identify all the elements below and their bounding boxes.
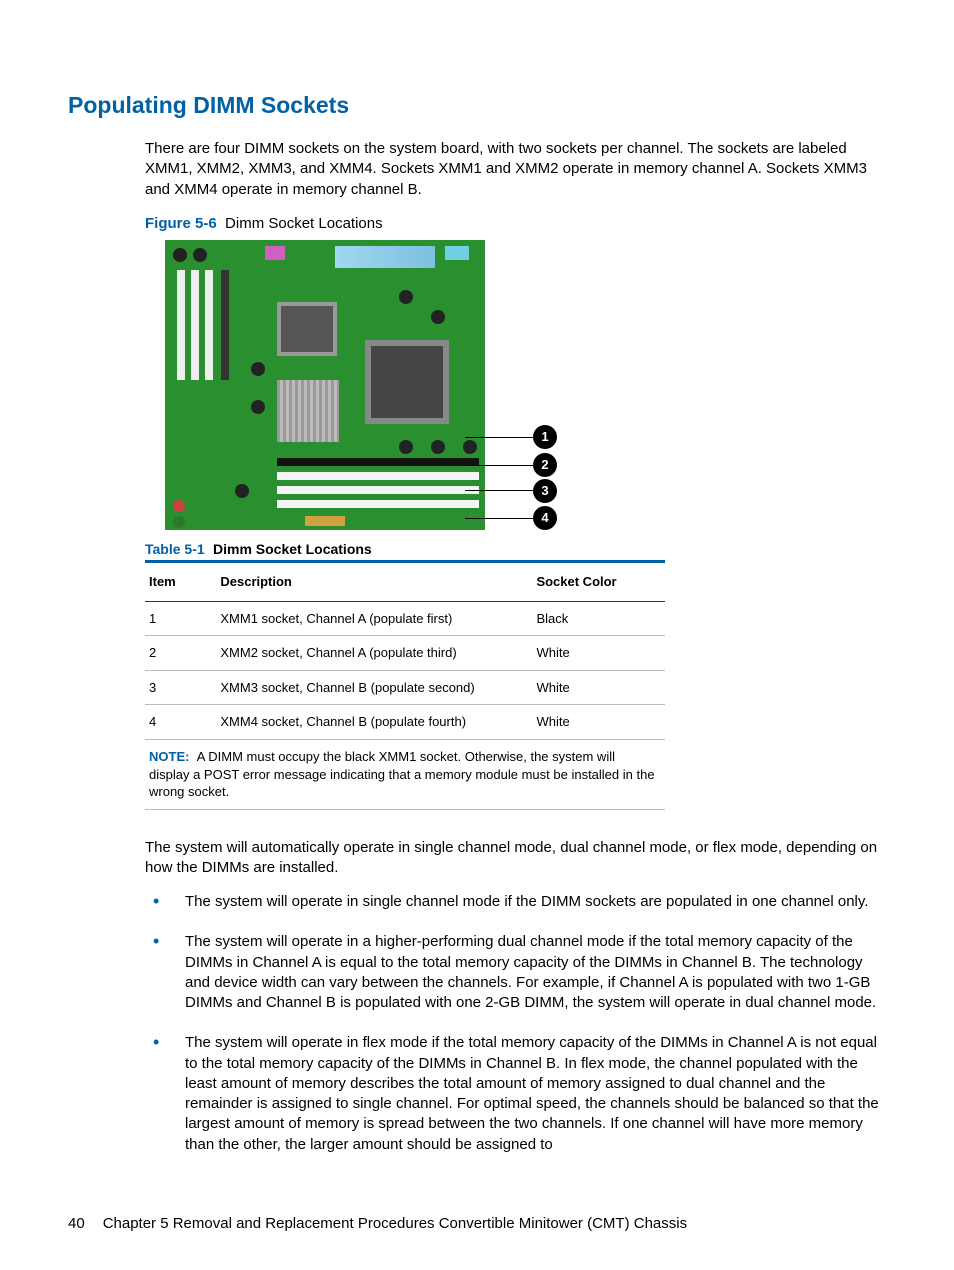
page-number: 40 [68,1214,85,1234]
cell-item: 2 [145,636,216,671]
cell-color: White [532,705,665,740]
cell-item: 3 [145,670,216,705]
note-label: NOTE: [149,749,189,764]
cell-color: Black [532,601,665,636]
figure-caption-text: Dimm Socket Locations [225,215,383,232]
cell-desc: XMM4 socket, Channel B (populate fourth) [216,705,532,740]
motherboard-figure: 1 2 3 4 [165,240,886,530]
cell-color: White [532,670,665,705]
motherboard-illustration [165,240,485,530]
bullet-list: The system will operate in single channe… [145,892,886,1155]
footer-chapter: Chapter 5 Removal and Replacement Proced… [103,1214,687,1234]
table-row: 2 XMM2 socket, Channel A (populate third… [145,636,665,671]
cell-desc: XMM3 socket, Channel B (populate second) [216,670,532,705]
list-item: The system will operate in a higher-perf… [145,932,886,1013]
figure-caption: Figure 5-6 Dimm Socket Locations [145,214,886,234]
th-socket-color: Socket Color [532,562,665,602]
callout-3: 3 [533,479,557,503]
table-row: 1 XMM1 socket, Channel A (populate first… [145,601,665,636]
cell-item: 1 [145,601,216,636]
cell-color: White [532,636,665,671]
callout-4: 4 [533,506,557,530]
table-caption-text: Dimm Socket Locations [213,541,372,557]
list-item: The system will operate in single channe… [145,892,886,912]
th-item: Item [145,562,216,602]
body-paragraph: The system will automatically operate in… [145,838,886,879]
list-item: The system will operate in flex mode if … [145,1033,886,1155]
table-row: 3 XMM3 socket, Channel B (populate secon… [145,670,665,705]
table-caption: Table 5-1 Dimm Socket Locations [145,540,886,560]
page-footer: 40 Chapter 5 Removal and Replacement Pro… [68,1214,687,1234]
intro-paragraph: There are four DIMM sockets on the syste… [145,139,886,200]
cell-desc: XMM1 socket, Channel A (populate first) [216,601,532,636]
figure-label: Figure 5-6 [145,215,217,232]
note-text: A DIMM must occupy the black XMM1 socket… [149,749,655,799]
th-description: Description [216,562,532,602]
table-row: 4 XMM4 socket, Channel B (populate fourt… [145,705,665,740]
cell-item: 4 [145,705,216,740]
cell-desc: XMM2 socket, Channel A (populate third) [216,636,532,671]
callout-2: 2 [533,453,557,477]
table-label: Table 5-1 [145,541,205,557]
table-note-row: NOTE: A DIMM must occupy the black XMM1 … [145,740,665,810]
dimm-socket-table: Item Description Socket Color 1 XMM1 soc… [145,560,665,809]
callout-1: 1 [533,425,557,449]
section-heading: Populating DIMM Sockets [68,90,886,121]
